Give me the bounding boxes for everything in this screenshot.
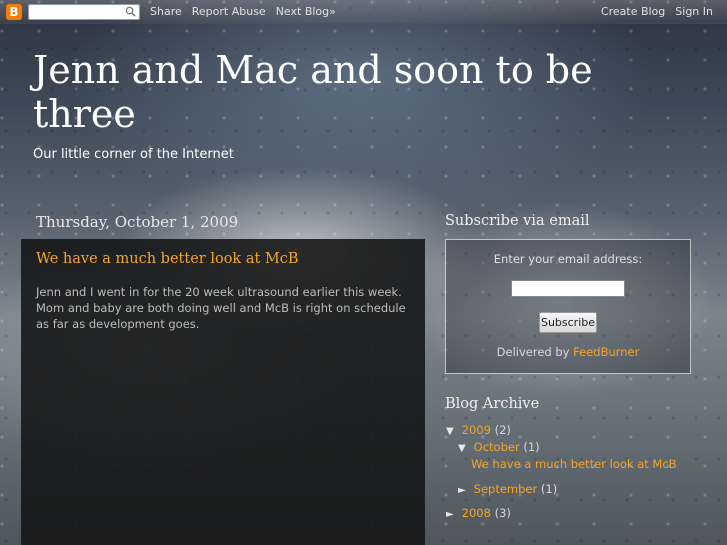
subscribe-heading: Subscribe via email (445, 213, 590, 229)
expand-toggle-icon[interactable]: ▼ (446, 426, 458, 437)
feedburner-link[interactable]: FeedBurner (573, 345, 639, 359)
archive-month-september: ► September (1) (458, 482, 557, 496)
collapse-toggle-icon[interactable]: ► (458, 485, 470, 496)
archive-count: (3) (494, 506, 511, 520)
archive-month-link[interactable]: September (474, 482, 538, 496)
blogger-logo-icon[interactable]: B (6, 3, 22, 20)
search-input[interactable] (29, 5, 124, 19)
post-body: Jenn and I went in for the 20 week ultra… (36, 285, 406, 331)
archive-year-link[interactable]: 2008 (462, 506, 491, 520)
blog-title[interactable]: Jenn and Mac and soon to be three (33, 48, 673, 136)
blog-description: Our little corner of the Internet (33, 147, 234, 162)
archive-post-item: We have a much better look at McB (471, 457, 677, 471)
delivered-by-label: Delivered by (496, 345, 570, 359)
navbar-search (28, 3, 140, 20)
post-container: We have a much better look at McB Jenn a… (21, 239, 425, 545)
delivered-by: Delivered by FeedBurner (446, 345, 690, 359)
email-field[interactable] (511, 280, 625, 297)
archive-post-link[interactable]: We have a much better look at McB (471, 457, 677, 471)
expand-toggle-icon[interactable]: ▼ (458, 443, 470, 454)
archive-year-2008: ► 2008 (3) (446, 506, 511, 520)
blogger-navbar: B Share Report Abuse Next Blog» Create B… (0, 0, 727, 24)
subscribe-widget: Enter your email address: Subscribe Deli… (445, 239, 691, 374)
create-blog-link[interactable]: Create Blog (601, 5, 665, 18)
navbar-right: Create Blog Sign In (591, 0, 713, 23)
archive-count: (2) (494, 423, 511, 437)
archive-year-2009: ▼ 2009 (2) (446, 423, 511, 437)
archive-heading: Blog Archive (445, 396, 540, 412)
next-blog-link[interactable]: Next Blog» (276, 5, 336, 18)
archive-count: (1) (523, 440, 540, 454)
archive-count: (1) (540, 482, 558, 496)
subscribe-button[interactable]: Subscribe (539, 312, 597, 333)
search-icon[interactable] (125, 6, 136, 17)
archive-year-link[interactable]: 2009 (462, 423, 491, 437)
archive-month-october: ▼ October (1) (458, 440, 540, 454)
collapse-toggle-icon[interactable]: ► (446, 509, 458, 520)
post-date-header: Thursday, October 1, 2009 (36, 213, 239, 231)
archive-month-link[interactable]: October (474, 440, 520, 454)
sign-in-link[interactable]: Sign In (675, 5, 713, 18)
report-abuse-link[interactable]: Report Abuse (192, 5, 266, 18)
post-title-link[interactable]: We have a much better look at McB (36, 251, 299, 267)
subscribe-label: Enter your email address: (493, 252, 643, 266)
share-link[interactable]: Share (150, 5, 182, 18)
